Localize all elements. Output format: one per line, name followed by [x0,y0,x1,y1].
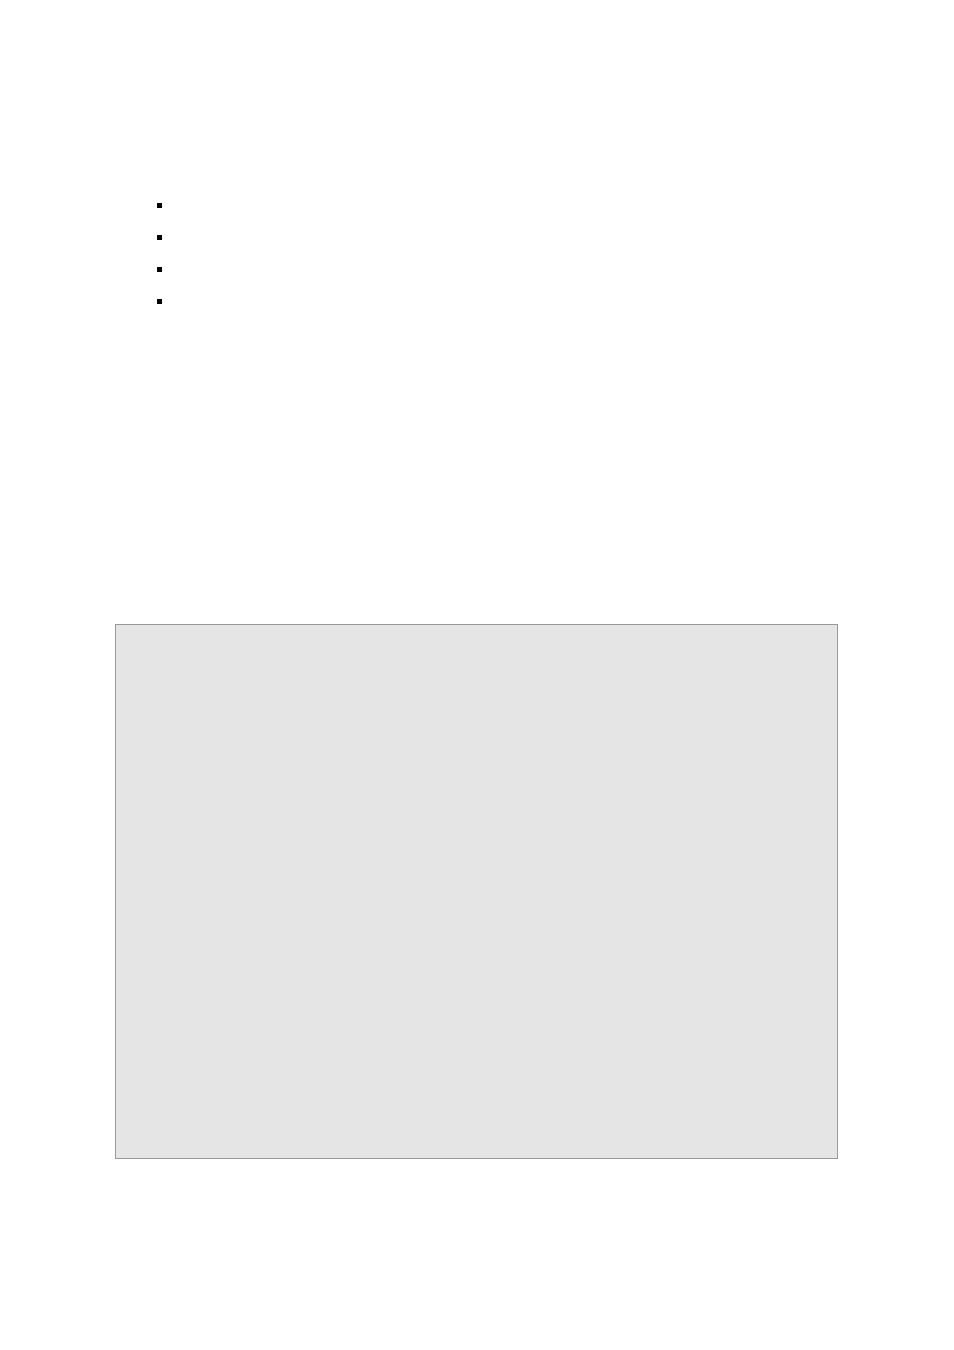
bullet-icon [157,235,162,240]
bullet-list [157,203,162,331]
content-placeholder-box [115,624,838,1159]
bullet-icon [157,299,162,304]
bullet-icon [157,267,162,272]
bullet-icon [157,203,162,208]
